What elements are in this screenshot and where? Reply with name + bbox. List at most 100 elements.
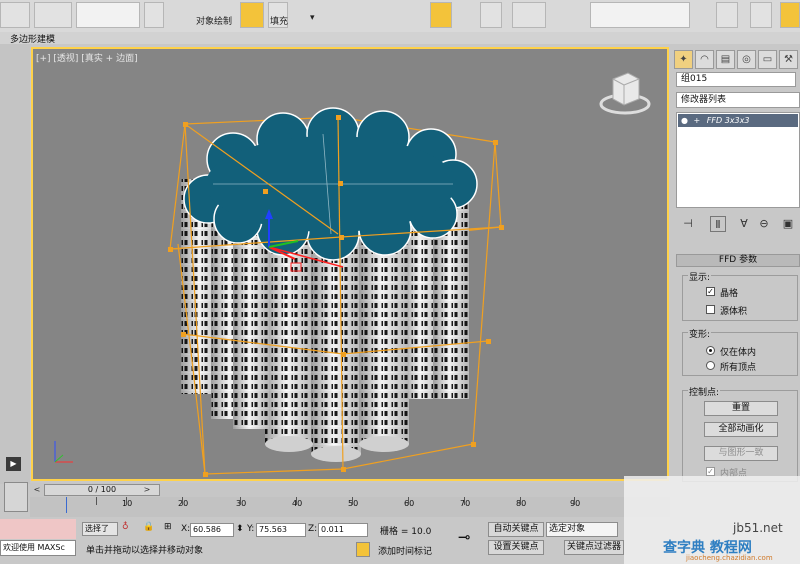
mirror-icon[interactable] — [480, 2, 502, 28]
modifier-stack[interactable]: ● + FFD 3x3x3 — [676, 112, 800, 208]
snap-toggle-icon[interactable] — [430, 2, 452, 28]
play-icon[interactable]: ▶ — [6, 457, 21, 471]
next-frame-icon[interactable]: > — [142, 484, 152, 496]
add-time-tag-icon[interactable] — [356, 542, 370, 557]
display-tab-icon[interactable]: ▭ — [758, 50, 777, 69]
motion-tab-icon[interactable]: ◎ — [737, 50, 756, 69]
dropdown-arrow-icon[interactable]: ▾ — [310, 13, 315, 23]
track-label-80: 80 — [516, 499, 527, 508]
menu-object-paint[interactable]: 对象绘制 — [196, 14, 232, 27]
stack-item-ffd[interactable]: ● + FFD 3x3x3 — [678, 114, 798, 127]
inside-points-checkbox[interactable]: ✓ — [706, 467, 715, 476]
reset-button[interactable]: 重置 — [704, 401, 778, 416]
z-coord-label: Z: — [308, 524, 318, 534]
track-label-90: 90 — [570, 499, 581, 508]
track-tick — [182, 497, 183, 505]
track-label-50: 50 — [348, 499, 359, 508]
track-tick — [574, 497, 575, 505]
only-in-volume-radio[interactable] — [706, 346, 715, 355]
lattice-label: 晶格 — [720, 289, 739, 299]
track-tick — [240, 497, 241, 505]
pin-stack-icon[interactable]: ⊣ — [680, 216, 696, 232]
auto-key-button[interactable]: 自动关键点 — [488, 522, 544, 537]
render-setup-icon[interactable] — [716, 2, 738, 28]
y-coord-label: Y: — [247, 524, 255, 534]
track-label-40: 40 — [292, 499, 303, 508]
add-time-tag-label[interactable]: 添加时间标记 — [378, 544, 432, 557]
track-tick — [126, 497, 127, 505]
key-filters-button[interactable]: 关键点过滤器 — [564, 540, 624, 555]
select-move-icon[interactable] — [240, 2, 264, 28]
deform-group-label: 变形: — [688, 327, 712, 340]
source-volume-checkbox[interactable] — [706, 305, 715, 314]
left-strip — [0, 44, 30, 484]
animate-all-button[interactable]: 全部动画化 — [704, 422, 778, 437]
z-coord-field[interactable]: 0.011 — [318, 523, 368, 537]
render-icon[interactable] — [780, 2, 800, 28]
selection-filter[interactable] — [34, 2, 72, 28]
ribbon-bar — [0, 32, 800, 44]
render-preset-dropdown[interactable] — [590, 2, 690, 28]
watermark-site: jb51.net — [733, 521, 783, 535]
track-tick — [96, 497, 97, 505]
x-coord-field[interactable]: 60.586 — [190, 523, 234, 537]
expand-icon[interactable]: + — [694, 116, 701, 125]
x-coord-label: X: — [181, 524, 191, 534]
create-tab-icon[interactable]: ✦ — [674, 50, 693, 69]
menu-populate[interactable]: 填充 — [270, 14, 288, 27]
source-volume-label: 源体积 — [720, 307, 748, 317]
maxscript-mini-listener[interactable]: 欢迎使用 MAXSc — [0, 540, 76, 556]
render-frame-icon[interactable] — [750, 2, 772, 28]
align-icon[interactable] — [512, 2, 546, 28]
hierarchy-tab-icon[interactable]: ▤ — [716, 50, 735, 69]
perspective-viewport[interactable]: [+] [透视] [真实 + 边面] — [31, 47, 669, 481]
make-unique-icon[interactable]: ∀ — [736, 216, 752, 232]
selection-count: 选择了 — [82, 522, 118, 536]
configure-sets-icon[interactable]: ▣ — [780, 216, 796, 232]
track-bar[interactable]: 10 20 30 40 50 60 70 80 90 — [30, 497, 670, 517]
isolate-icon[interactable]: ♁ — [122, 522, 129, 532]
ffd-params-rollout[interactable]: FFD 参数 — [676, 254, 800, 267]
link-icon[interactable] — [0, 2, 30, 28]
select-icon[interactable] — [144, 2, 164, 28]
show-end-result-icon[interactable]: Ⅱ — [710, 216, 726, 232]
track-tick — [464, 497, 465, 505]
track-tick — [296, 497, 297, 505]
lattice-checkbox[interactable]: ✓ — [706, 287, 715, 296]
prev-frame-icon[interactable]: < — [32, 484, 42, 496]
object-name-field[interactable]: 组015 — [676, 72, 796, 87]
track-tick — [520, 497, 521, 505]
axis-tripod-icon — [54, 441, 73, 463]
all-vertices-radio[interactable] — [706, 361, 715, 370]
y-coord-field[interactable]: 75.563 — [256, 523, 306, 537]
lightbulb-icon[interactable]: ● — [681, 116, 688, 125]
x-spinner-icon[interactable]: ⬍ — [236, 524, 244, 534]
grid-size-label: 栅格 = 10.0 — [380, 527, 432, 537]
selected-objects-dropdown[interactable]: 选定对象 — [546, 522, 618, 537]
remove-modifier-icon[interactable]: ⊖ — [756, 216, 772, 232]
set-key-button[interactable]: 设置关键点 — [488, 540, 544, 555]
conform-to-shape-button[interactable]: 与图形一致 — [704, 446, 778, 461]
track-label-70: 70 — [460, 499, 471, 508]
watermark-url: jiaocheng.chazidian.com — [686, 554, 773, 562]
viewcube-icon[interactable] — [599, 72, 651, 115]
only-in-volume-label: 仅在体内 — [720, 348, 757, 358]
track-label-20: 20 — [178, 499, 189, 508]
maxscript-listener-top[interactable] — [0, 519, 76, 539]
track-tick — [352, 497, 353, 505]
prompt-line: 单击并拖动以选择并移动对象 — [86, 546, 204, 556]
modify-tab-icon[interactable]: ◠ — [695, 50, 714, 69]
modifier-list-dropdown[interactable]: 修改器列表 — [676, 92, 800, 108]
display-group-label: 显示: — [688, 270, 712, 283]
lock-selection-icon[interactable]: 🔒 — [143, 522, 154, 532]
control-points-group-label: 控制点: — [688, 385, 721, 398]
utilities-tab-icon[interactable]: ⚒ — [779, 50, 798, 69]
mini-curve-editor-button[interactable] — [4, 482, 28, 512]
named-selection-input[interactable] — [76, 2, 140, 28]
absolute-mode-icon[interactable]: ⊞ — [164, 522, 172, 532]
time-slider[interactable]: < 0 / 100 > — [30, 483, 670, 497]
all-vertices-label: 所有顶点 — [720, 363, 757, 373]
stack-toolbar: ⊣ Ⅱ ∀ ⊖ ▣ — [676, 214, 800, 236]
set-key-icon[interactable]: ⊸ — [458, 528, 471, 546]
track-label-10: 10 — [122, 499, 133, 508]
